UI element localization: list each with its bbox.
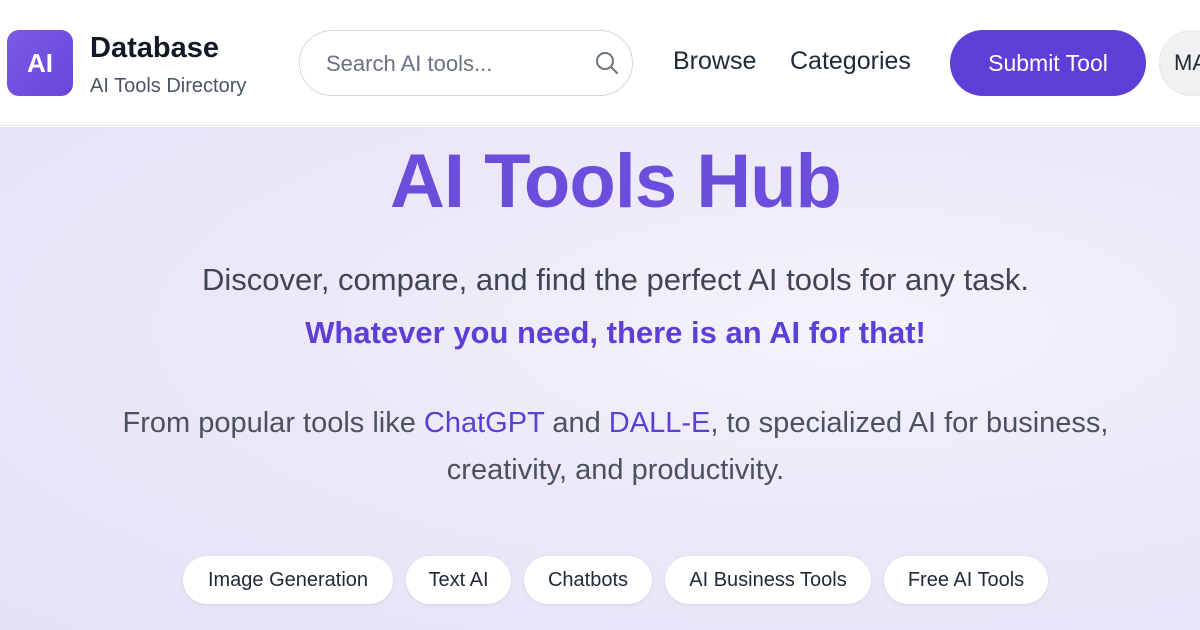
brand-subtitle: AI Tools Directory <box>90 75 247 97</box>
search-input[interactable] <box>326 45 586 83</box>
site-header: AI Database AI Tools Directory Browse Ca… <box>0 0 1200 126</box>
submit-tool-button[interactable]: Submit Tool <box>950 30 1146 96</box>
hero-highlight: Whatever you need, there is an AI for th… <box>305 315 926 350</box>
hero-title: AI Tools Hub <box>390 139 842 224</box>
brand-name[interactable]: Database <box>90 32 219 65</box>
hero-tagline: Discover, compare, and find the perfect … <box>201 262 1030 297</box>
chip-ai-business-tools[interactable]: AI Business Tools <box>665 556 871 604</box>
search-icon[interactable] <box>594 50 620 76</box>
hero-description: From popular tools like ChatGPT and DALL… <box>90 400 1141 494</box>
logo-badge[interactable]: AI <box>7 30 73 96</box>
dalle-link[interactable]: DALL-E <box>609 407 711 439</box>
avatar[interactable]: MA <box>1159 30 1200 96</box>
nav-categories[interactable]: Categories <box>790 47 911 76</box>
chip-free-ai-tools[interactable]: Free AI Tools <box>884 556 1048 604</box>
chip-image-generation[interactable]: Image Generation <box>183 556 393 604</box>
chatgpt-link[interactable]: ChatGPT <box>424 407 544 439</box>
chip-text-ai[interactable]: Text AI <box>406 556 511 604</box>
nav-browse[interactable]: Browse <box>673 47 756 76</box>
search-bar[interactable] <box>299 30 633 96</box>
desc-middle: and <box>544 407 609 439</box>
chip-chatbots[interactable]: Chatbots <box>524 556 652 604</box>
desc-prefix: From popular tools like <box>122 407 424 439</box>
